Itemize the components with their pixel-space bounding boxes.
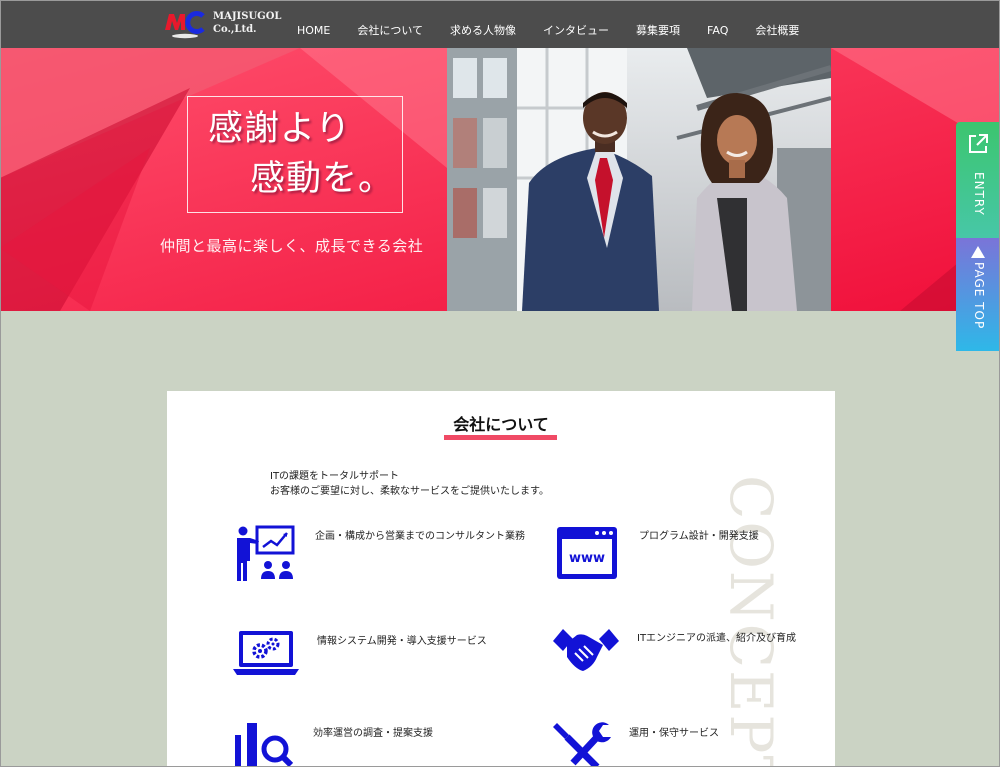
hero-title-line1: 感謝より — [208, 109, 352, 149]
intro-line1: ITの課題をトータルサポート — [270, 471, 400, 482]
page-top-label: PAGE TOP — [972, 262, 986, 330]
hero-title-line2: 感動を。 — [250, 159, 395, 199]
mc-logo-icon — [165, 11, 205, 39]
svg-text:www: www — [569, 551, 605, 566]
logo-line2: Co.,Ltd. — [213, 24, 257, 35]
intro-text: ITの課題をトータルサポート お客様のご要望に対し、柔軟なサービスをご提供いたし… — [270, 469, 549, 499]
logo-text: MAJISUGOL Co.,Ltd. — [213, 10, 281, 36]
service-label-program-design: プログラム設計・開発支援 — [639, 531, 759, 542]
handshake-icon — [553, 629, 619, 671]
tools-icon — [553, 722, 611, 767]
page-top-button[interactable]: PAGE TOP — [956, 238, 1000, 351]
service-label-maintenance: 運用・保守サービス — [629, 728, 719, 739]
business-people-photo — [447, 48, 831, 311]
service-label-consulting: 企画・構成から営業までのコンサルタント業務 — [315, 531, 525, 542]
service-label-engineer-dispatch: ITエンジニアの派遣、紹介及び育成 — [637, 633, 797, 644]
browser-www-icon: www — [557, 527, 617, 579]
laptop-gears-icon — [233, 631, 299, 675]
external-link-icon — [969, 134, 988, 153]
main-nav: HOME 会社について 求める人物像 インタビュー 募集要項 FAQ 会社概要 — [297, 0, 799, 48]
nav-company-profile[interactable]: 会社概要 — [755, 22, 799, 38]
nav-home[interactable]: HOME — [297, 24, 330, 37]
company-logo[interactable]: MAJISUGOL Co.,Ltd. — [165, 8, 285, 42]
hero-title-box: 感謝より 感動を。 — [187, 96, 403, 213]
hero-banner: 感謝より 感動を。 仲間と最高に楽しく、成長できる会社 — [0, 48, 1000, 311]
nav-recruitment[interactable]: 募集要項 — [636, 22, 680, 38]
analysis-chart-icon — [235, 723, 293, 767]
service-label-system-dev: 情報システム開発・導入支援サービス — [317, 636, 487, 647]
entry-side-button[interactable]: ENTRY — [956, 122, 1000, 238]
entry-label: ENTRY — [972, 172, 986, 216]
presentation-icon — [237, 525, 295, 581]
nav-ideal-candidate[interactable]: 求める人物像 — [450, 22, 516, 38]
site-header: MAJISUGOL Co.,Ltd. HOME 会社について 求める人物像 イン… — [0, 0, 1000, 48]
section-title: 会社について — [453, 415, 549, 434]
nav-faq[interactable]: FAQ — [707, 24, 728, 37]
triangle-up-icon — [971, 246, 985, 258]
service-label-efficiency-research: 効率運営の調査・提案支援 — [313, 728, 433, 739]
concept-watermark: CONCEPT — [717, 475, 785, 767]
nav-interview[interactable]: インタビュー — [543, 22, 609, 38]
title-underline — [444, 435, 557, 440]
hero-tagline: 仲間と最高に楽しく、成長できる会社 — [160, 237, 424, 255]
nav-about[interactable]: 会社について — [357, 22, 423, 38]
intro-line2: お客様のご要望に対し、柔軟なサービスをご提供いたします。 — [270, 486, 549, 497]
about-section: CONCEPT 会社について ITの課題をトータルサポート お客様のご要望に対し… — [167, 391, 835, 767]
logo-line1: MAJISUGOL — [213, 11, 282, 22]
